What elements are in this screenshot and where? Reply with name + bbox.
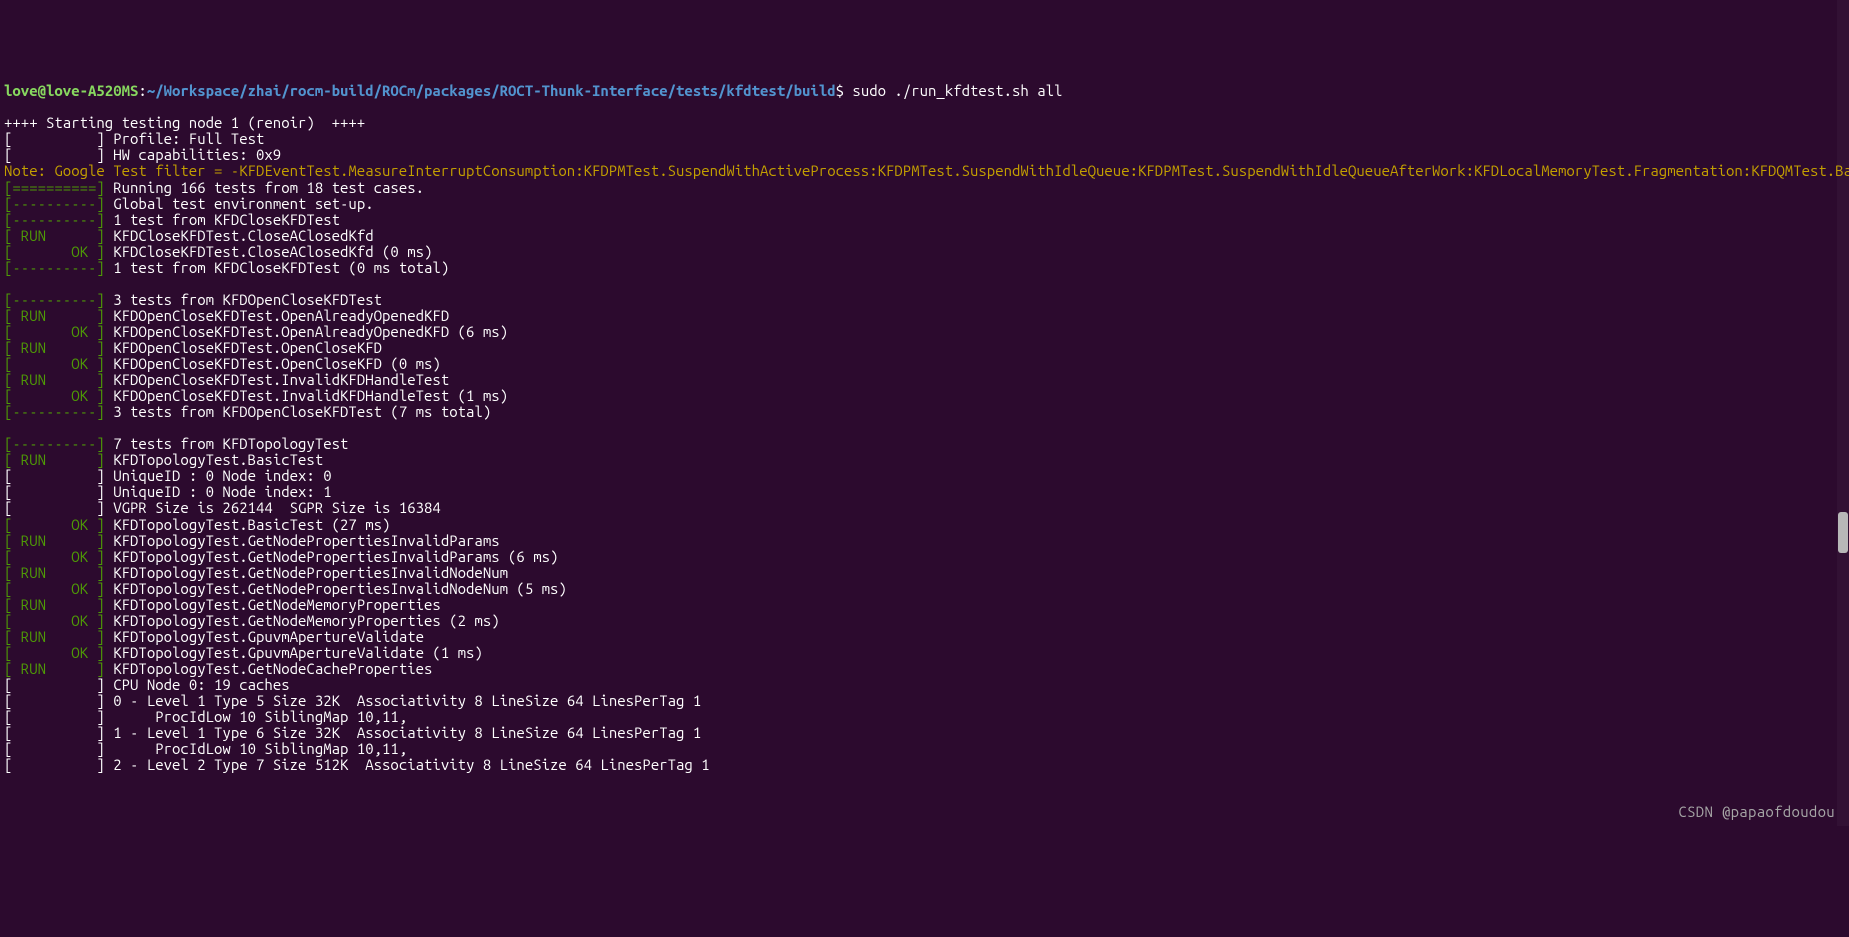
gtest-prefix: [ RUN ] bbox=[4, 339, 105, 356]
gtest-text: Running 166 tests from 18 test cases. bbox=[105, 179, 424, 196]
gtest-text: KFDTopologyTest.GetNodeCacheProperties bbox=[105, 660, 433, 677]
gtest-prefix: [ RUN ] bbox=[4, 596, 105, 613]
gtest-prefix: [ ] bbox=[4, 756, 105, 773]
gtest-text: KFDTopologyTest.GetNodePropertiesInvalid… bbox=[105, 580, 567, 597]
gtest-text: Global test environment set-up. bbox=[105, 195, 374, 212]
gtest-text: KFDTopologyTest.GetNodeMemoryProperties … bbox=[105, 612, 500, 629]
gtest-text: KFDTopologyTest.GetNodePropertiesInvalid… bbox=[105, 564, 508, 581]
gtest-prefix: [ OK ] bbox=[4, 612, 105, 629]
gtest-filter-note: Note: Google Test filter = -KFDEventTest… bbox=[4, 162, 1849, 179]
gtest-prefix: [ RUN ] bbox=[4, 660, 105, 677]
gtest-text: 1 test from KFDCloseKFDTest (0 ms total) bbox=[105, 259, 449, 276]
profile-line: [ ] Profile: Full Test bbox=[4, 130, 264, 147]
command-text: sudo ./run_kfdtest.sh all bbox=[844, 82, 1062, 99]
prompt-user: love@love-A520MS bbox=[4, 82, 138, 99]
gtest-prefix: [----------] bbox=[4, 195, 105, 212]
gtest-prefix: [ RUN ] bbox=[4, 532, 105, 549]
gtest-text: UniqueID : 0 Node index: 0 bbox=[105, 467, 332, 484]
prompt-dollar: $ bbox=[836, 82, 844, 99]
gtest-text: KFDTopologyTest.BasicTest (27 ms) bbox=[105, 516, 391, 533]
gtest-text: KFDOpenCloseKFDTest.InvalidKFDHandleTest bbox=[105, 371, 449, 388]
start-line: ++++ Starting testing node 1 (renoir) ++… bbox=[4, 114, 365, 131]
gtest-text: KFDTopologyTest.GpuvmApertureValidate (1… bbox=[105, 644, 483, 661]
gtest-prefix: [----------] bbox=[4, 259, 105, 276]
prompt-path: ~/Workspace/zhai/rocm-build/ROCm/package… bbox=[147, 82, 836, 99]
gtest-text: KFDOpenCloseKFDTest.OpenCloseKFD (0 ms) bbox=[105, 355, 441, 372]
gtest-prefix: [ RUN ] bbox=[4, 564, 105, 581]
prompt: love@love-A520MS:~/Workspace/zhai/rocm-b… bbox=[4, 82, 844, 99]
gtest-text: KFDTopologyTest.GetNodePropertiesInvalid… bbox=[105, 532, 500, 549]
hwcap-line: [ ] HW capabilities: 0x9 bbox=[4, 146, 281, 163]
gtest-text: 0 - Level 1 Type 5 Size 32K Associativit… bbox=[105, 692, 701, 709]
gtest-text: ProcIdLow 10 SiblingMap 10,11, bbox=[105, 740, 407, 757]
gtest-prefix: [ ] bbox=[4, 467, 105, 484]
gtest-text: 1 - Level 1 Type 6 Size 32K Associativit… bbox=[105, 724, 701, 741]
gtest-prefix: [ OK ] bbox=[4, 516, 105, 533]
gtest-output-lines: [==========] Running 166 tests from 18 t… bbox=[4, 180, 1845, 774]
gtest-prefix: [----------] bbox=[4, 211, 105, 228]
gtest-prefix: [ RUN ] bbox=[4, 451, 105, 468]
gtest-prefix: [----------] bbox=[4, 403, 105, 420]
gtest-prefix: [ ] bbox=[4, 708, 105, 725]
gtest-prefix: [ OK ] bbox=[4, 644, 105, 661]
gtest-prefix: [ RUN ] bbox=[4, 307, 105, 324]
gtest-prefix: [ RUN ] bbox=[4, 371, 105, 388]
watermark: CSDN @papaofdoudou bbox=[1678, 804, 1835, 820]
gtest-prefix: [ RUN ] bbox=[4, 628, 105, 645]
gtest-text: ProcIdLow 10 SiblingMap 10,11, bbox=[105, 708, 407, 725]
gtest-text: UniqueID : 0 Node index: 1 bbox=[105, 483, 332, 500]
gtest-prefix: [==========] bbox=[4, 179, 105, 196]
gtest-text: KFDTopologyTest.GpuvmApertureValidate bbox=[105, 628, 424, 645]
gtest-text: 1 test from KFDCloseKFDTest bbox=[105, 211, 340, 228]
gtest-text: KFDOpenCloseKFDTest.OpenAlreadyOpenedKFD bbox=[105, 307, 449, 324]
gtest-text: KFDTopologyTest.BasicTest bbox=[105, 451, 323, 468]
gtest-text: 7 tests from KFDTopologyTest bbox=[105, 435, 349, 452]
gtest-prefix: [----------] bbox=[4, 435, 105, 452]
gtest-text: VGPR Size is 262144 SGPR Size is 16384 bbox=[105, 499, 441, 516]
gtest-prefix: [ OK ] bbox=[4, 243, 105, 260]
gtest-prefix: [ RUN ] bbox=[4, 227, 105, 244]
terminal-output[interactable]: love@love-A520MS:~/Workspace/zhai/rocm-b… bbox=[4, 67, 1845, 789]
gtest-prefix: [----------] bbox=[4, 291, 105, 308]
gtest-text: KFDTopologyTest.GetNodeMemoryProperties bbox=[105, 596, 441, 613]
scrollbar-track[interactable] bbox=[1837, 0, 1849, 826]
gtest-text: 2 - Level 2 Type 7 Size 512K Associativi… bbox=[105, 756, 710, 773]
gtest-text: KFDOpenCloseKFDTest.OpenCloseKFD bbox=[105, 339, 382, 356]
gtest-prefix: [ OK ] bbox=[4, 548, 105, 565]
gtest-text: 3 tests from KFDOpenCloseKFDTest bbox=[105, 291, 382, 308]
gtest-prefix: [ OK ] bbox=[4, 355, 105, 372]
gtest-prefix: [ OK ] bbox=[4, 323, 105, 340]
gtest-prefix: [ ] bbox=[4, 676, 105, 693]
gtest-text: KFDTopologyTest.GetNodePropertiesInvalid… bbox=[105, 548, 559, 565]
gtest-prefix: [ ] bbox=[4, 724, 105, 741]
prompt-separator: : bbox=[138, 82, 146, 99]
scrollbar-thumb[interactable] bbox=[1838, 512, 1848, 553]
gtest-prefix: [ OK ] bbox=[4, 387, 105, 404]
gtest-text: 3 tests from KFDOpenCloseKFDTest (7 ms t… bbox=[105, 403, 491, 420]
gtest-prefix: [ ] bbox=[4, 483, 105, 500]
gtest-prefix: [ OK ] bbox=[4, 580, 105, 597]
gtest-prefix: [ ] bbox=[4, 692, 105, 709]
gtest-text: KFDOpenCloseKFDTest.InvalidKFDHandleTest… bbox=[105, 387, 508, 404]
gtest-text: KFDCloseKFDTest.CloseAClosedKfd bbox=[105, 227, 374, 244]
gtest-prefix: [ ] bbox=[4, 499, 105, 516]
gtest-text: KFDCloseKFDTest.CloseAClosedKfd (0 ms) bbox=[105, 243, 433, 260]
gtest-text: CPU Node 0: 19 caches bbox=[105, 676, 290, 693]
gtest-prefix: [ ] bbox=[4, 740, 105, 757]
gtest-text: KFDOpenCloseKFDTest.OpenAlreadyOpenedKFD… bbox=[105, 323, 508, 340]
